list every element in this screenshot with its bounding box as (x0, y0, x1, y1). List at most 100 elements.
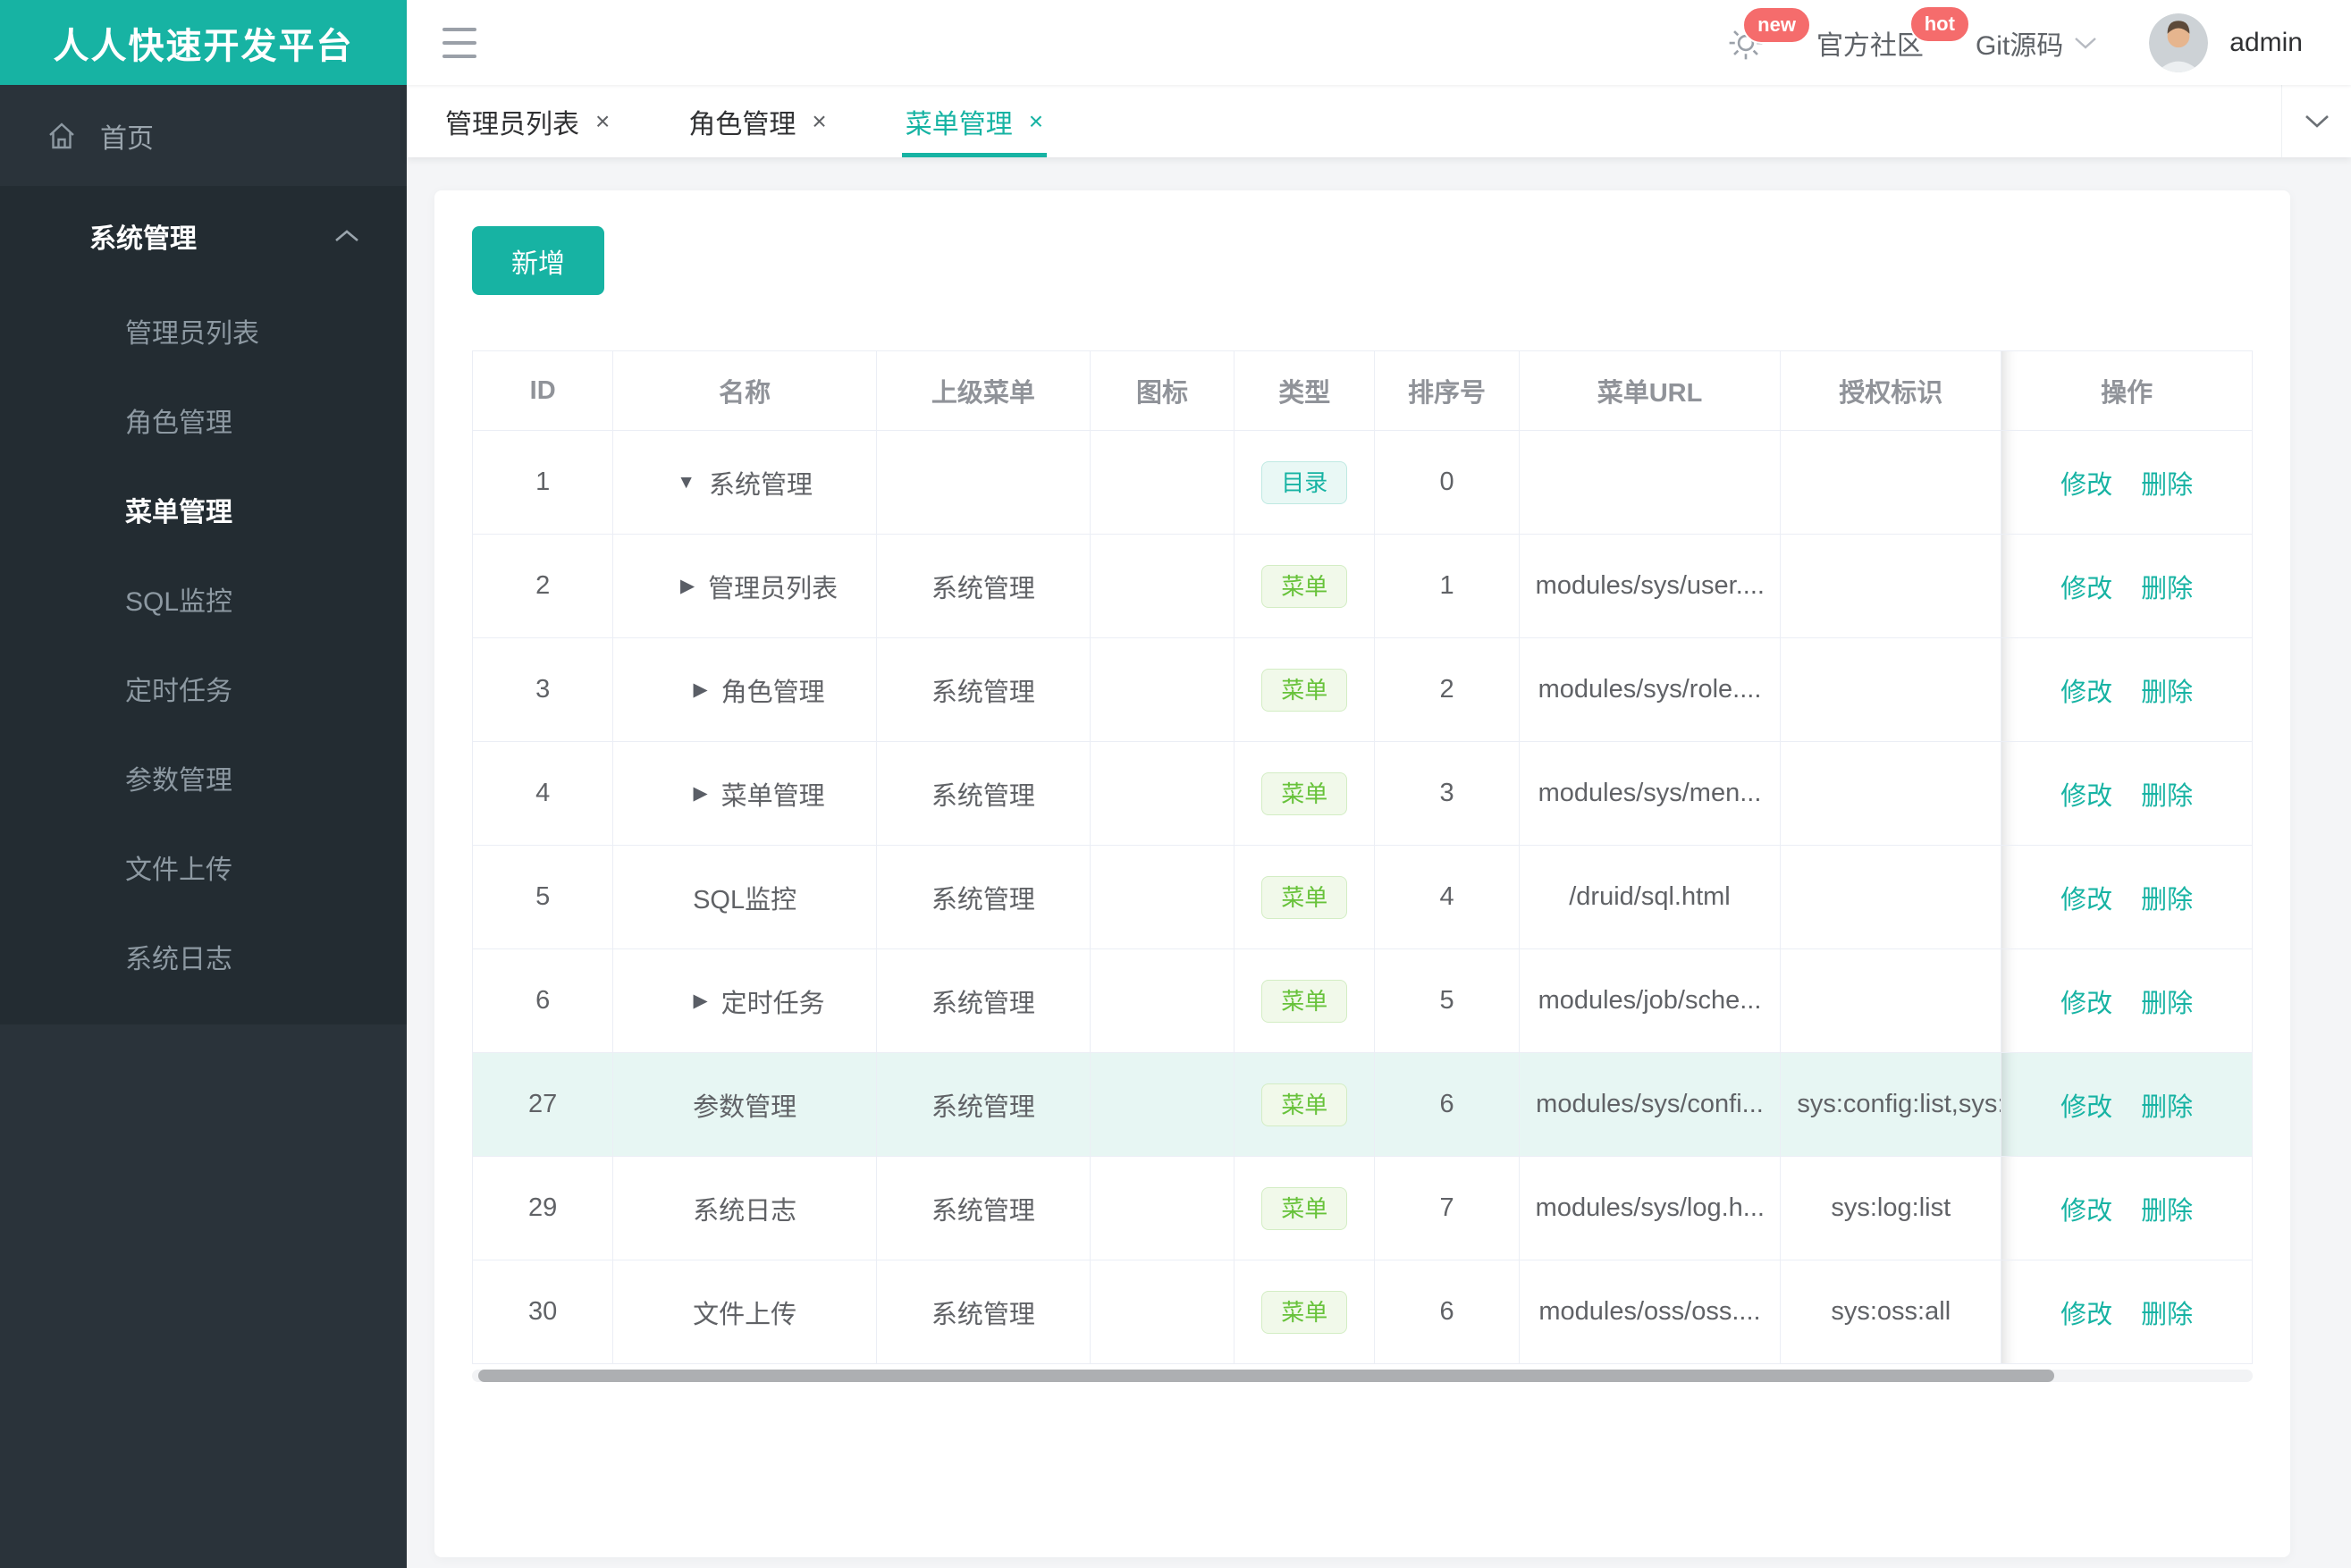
delete-link[interactable]: 删除 (2141, 575, 2193, 603)
column-header: 图标 (1089, 350, 1235, 431)
cell-icon (1089, 845, 1235, 949)
app-root: 人人快速开发平台 首页 系统管理 管理员列表 角色管理 菜单管理 SQL监控 定… (0, 0, 2351, 1568)
community-link[interactable]: 官方社区 hot (1816, 4, 1970, 63)
edit-link[interactable]: 修改 (2060, 1197, 2112, 1226)
type-tag: 菜单 (1261, 1186, 1348, 1230)
cell-permission: sys:config:list,sys:. (1780, 1052, 2002, 1157)
edit-link[interactable]: 修改 (2060, 990, 2112, 1018)
type-tag: 菜单 (1261, 875, 1348, 919)
sidebar-item-label: 定时任务 (125, 677, 232, 706)
cell-actions: 修改 删除 (2001, 1052, 2253, 1157)
cell-order: 6 (1374, 1052, 1520, 1157)
edit-link[interactable]: 修改 (2060, 679, 2112, 707)
delete-link[interactable]: 删除 (2141, 886, 2193, 915)
menu-table: ID 名称 上级菜单 图标 类型 排序号 菜单URL 授权标识 操作 1 ▼ 系统管理 目录 0… (471, 350, 2253, 1364)
edit-link[interactable]: 修改 (2060, 575, 2112, 603)
delete-link[interactable]: 删除 (2141, 1301, 2193, 1329)
cell-permission (1780, 948, 2002, 1053)
cell-parent-menu: 系统管理 (875, 1156, 1091, 1260)
cell-parent-menu: 系统管理 (875, 741, 1091, 846)
edit-link[interactable]: 修改 (2060, 1093, 2112, 1122)
user-menu[interactable]: admin (2149, 13, 2303, 72)
cell-order: 3 (1374, 741, 1520, 846)
delete-link[interactable]: 删除 (2141, 1093, 2193, 1122)
cell-icon (1089, 948, 1235, 1053)
table-row: 5 SQL监控 系统管理 菜单 4 /druid/sql.html 修改 删除 (471, 845, 2253, 949)
expand-arrow-icon[interactable]: ▶ (694, 679, 708, 701)
cell-type: 菜单 (1234, 741, 1376, 846)
tab[interactable]: 角色管理 × (688, 85, 826, 157)
cell-actions: 修改 删除 (2001, 1260, 2253, 1364)
sidebar-group-system[interactable]: 系统管理 (0, 186, 407, 286)
menu-toggle-button[interactable] (442, 27, 476, 58)
cell-type: 菜单 (1234, 1156, 1376, 1260)
expand-arrow-icon[interactable]: ▼ (677, 472, 695, 493)
table-row: 3 ▶ 角色管理 系统管理 菜单 2 modules/sys/role.... … (471, 637, 2253, 742)
cell-id: 29 (471, 1156, 614, 1260)
scrollbar-thumb[interactable] (478, 1370, 2054, 1382)
chevron-down-icon (2075, 37, 2097, 49)
tab-label: 管理员列表 (445, 109, 579, 139)
sidebar-item[interactable]: 菜单管理 (0, 465, 407, 554)
cell-parent-menu (875, 430, 1091, 535)
git-source-link[interactable]: Git源码 (1976, 23, 2097, 63)
sidebar-item-label: SQL监控 (125, 587, 233, 617)
cell-icon (1089, 1260, 1235, 1364)
cell-permission (1780, 430, 2002, 535)
expand-arrow-icon[interactable]: ▶ (694, 990, 708, 1012)
sidebar-item[interactable]: 角色管理 (0, 375, 407, 465)
table-row: 29 系统日志 系统管理 菜单 7 modules/sys/log.h... s… (471, 1156, 2253, 1260)
cell-actions: 修改 删除 (2001, 845, 2253, 949)
column-header: 类型 (1234, 350, 1376, 431)
edit-link[interactable]: 修改 (2060, 886, 2112, 915)
tabs-dropdown-button[interactable] (2281, 85, 2351, 157)
community-label: 官方社区 (1816, 30, 1924, 61)
type-tag: 菜单 (1261, 1290, 1348, 1334)
tab-close-icon[interactable]: × (812, 108, 826, 134)
cell-order: 0 (1374, 430, 1520, 535)
add-button[interactable]: 新增 (472, 226, 604, 295)
edit-link[interactable]: 修改 (2060, 1301, 2112, 1329)
tab[interactable]: 菜单管理 × (901, 85, 1048, 157)
edit-link[interactable]: 修改 (2060, 782, 2112, 811)
sidebar-item[interactable]: 文件上传 (0, 822, 407, 912)
cell-permission (1780, 741, 2002, 846)
tab-label: 菜单管理 (905, 109, 1013, 139)
type-tag: 菜单 (1261, 668, 1348, 712)
sidebar-item[interactable]: 参数管理 (0, 733, 407, 822)
cell-menu-url: modules/oss/oss.... (1518, 1260, 1782, 1364)
chevron-up-icon (335, 230, 358, 241)
sidebar-item-label: 参数管理 (125, 766, 232, 796)
cell-parent-menu: 系统管理 (875, 845, 1091, 949)
sidebar-item[interactable]: SQL监控 (0, 554, 407, 644)
cell-icon (1089, 741, 1235, 846)
tabs-list: 管理员列表 × 角色管理 × 菜单管理 × (445, 85, 1048, 157)
tab-close-icon[interactable]: × (1029, 108, 1043, 134)
tab-close-icon[interactable]: × (595, 108, 610, 134)
sidebar-item[interactable]: 系统日志 (0, 912, 407, 1001)
cell-menu-url: modules/sys/confi... (1518, 1052, 1782, 1157)
expand-arrow-icon[interactable]: ▶ (694, 782, 708, 805)
settings-button[interactable]: new (1727, 5, 1811, 62)
sidebar-item[interactable]: 定时任务 (0, 644, 407, 733)
expand-arrow-icon[interactable]: ▶ (680, 575, 695, 597)
sidebar-item-home[interactable]: 首页 (0, 85, 407, 186)
column-header: ID (471, 350, 614, 431)
delete-link[interactable]: 删除 (2141, 679, 2193, 707)
cell-menu-url: modules/job/sche... (1518, 948, 1782, 1053)
delete-link[interactable]: 删除 (2141, 1197, 2193, 1226)
cell-name: ▼ 系统管理 (612, 430, 877, 535)
cell-type: 菜单 (1234, 534, 1376, 638)
tab[interactable]: 管理员列表 × (445, 85, 610, 157)
cell-permission: sys:oss:all (1780, 1260, 2002, 1364)
cell-icon (1089, 534, 1235, 638)
cell-type: 菜单 (1234, 637, 1376, 742)
delete-link[interactable]: 删除 (2141, 990, 2193, 1018)
delete-link[interactable]: 删除 (2141, 782, 2193, 811)
cell-id: 30 (471, 1260, 614, 1364)
sidebar-group-label: 系统管理 (89, 224, 197, 254)
sidebar-item[interactable]: 管理员列表 (0, 286, 407, 375)
cell-type: 菜单 (1234, 1052, 1376, 1157)
edit-link[interactable]: 修改 (2060, 471, 2112, 500)
delete-link[interactable]: 删除 (2141, 471, 2193, 500)
